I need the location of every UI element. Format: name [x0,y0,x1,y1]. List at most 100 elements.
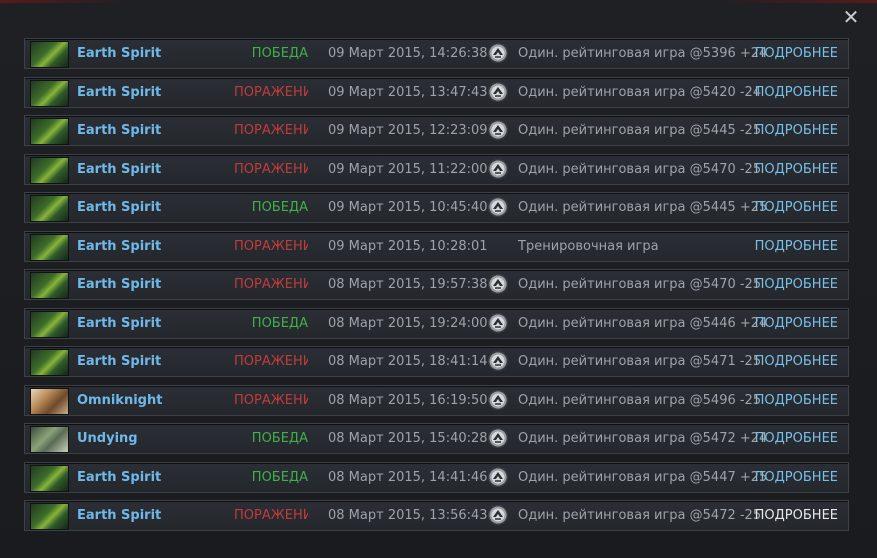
game-mode: Один. рейтинговая игра @5447 +25 [518,469,768,485]
details-link[interactable]: ПОДРОБНЕЕ [755,501,838,530]
game-mode: Один. рейтинговая игра @5471 -25 [518,354,762,369]
hero-portrait [30,272,69,299]
earth-spirit-icon [31,273,68,298]
ranked-icon [488,389,508,410]
hero-name[interactable]: Earth Spirit [77,347,161,376]
match-row[interactable]: Earth Spirit ПОБЕДА 08 Март 2015, 19:24:… [24,307,849,339]
hero-name[interactable]: Omniknight [77,386,162,415]
match-date: 08 Март 2015, 18:41:14 [328,354,488,369]
details-link[interactable]: ПОДРОБНЕЕ [755,386,838,415]
omniknight-icon [31,388,68,414]
ranked-icon [488,351,508,371]
match-result: ПОРАЖЕНИ [234,161,308,177]
game-mode: Один. рейтинговая игра @5470 -25 [518,161,762,177]
match-date: 08 Март 2015, 13:56:43 [328,508,488,523]
close-icon[interactable]: ✕ [841,7,861,27]
match-date: 09 Март 2015, 10:45:40 [328,200,488,215]
hero-portrait [30,503,69,530]
game-mode: Один. рейтинговая игра @5472 +24 [518,431,768,446]
details-link[interactable]: ПОДРОБНЕЕ [755,39,838,68]
earth-spirit-icon [31,234,68,260]
match-row[interactable]: Earth Spirit ПОРАЖЕНИ 09 Март 2015, 13:4… [24,76,849,108]
hero-name[interactable]: Earth Spirit [77,78,161,107]
match-date: 08 Март 2015, 15:40:28 [328,431,488,446]
details-link[interactable]: ПОДРОБНЕЕ [755,232,838,261]
hero-name[interactable]: Earth Spirit [77,193,161,222]
match-result: ПОБЕДА [251,431,308,446]
match-history-panel: ✕ Earth Spirit ПОБЕДА 09 Март 2015, 14:2… [0,0,877,558]
details-link[interactable]: ПОДРОБНЕЕ [755,309,838,338]
details-link[interactable]: ПОДРОБНЕЕ [755,424,838,453]
match-result: ПОРАЖЕНИ [234,392,308,408]
undying-icon [31,427,68,452]
earth-spirit-icon [31,196,68,221]
details-link[interactable]: ПОДРОБНЕЕ [755,270,838,299]
ranked-icon [488,312,508,333]
details-link[interactable]: ПОДРОБНЕЕ [755,155,838,184]
match-result: ПОБЕДА [251,46,308,61]
match-row[interactable]: Earth Spirit ПОРАЖЕНИ 09 Март 2015, 12:2… [24,115,849,146]
earth-spirit-icon [31,42,68,67]
match-row[interactable]: Earth Spirit ПОРАЖЕНИ 08 Март 2015, 13:5… [24,500,849,531]
match-row[interactable]: Omniknight ПОРАЖЕНИ 08 Март 2015, 16:19:… [24,384,849,416]
game-mode: Один. рейтинговая игра @5446 +24 [518,315,768,331]
game-mode: Один. рейтинговая игра @5496 -25 [518,392,762,408]
match-row[interactable]: Earth Spirit ПОБЕДА 08 Март 2015, 14:41:… [24,461,849,493]
hero-name[interactable]: Earth Spirit [77,270,161,299]
ranked-icon [488,43,508,63]
match-row[interactable]: Earth Spirit ПОРАЖЕНИ 09 Март 2015, 10:2… [24,230,849,262]
ranked-icon [488,274,508,294]
match-result: ПОБЕДА [251,315,308,331]
details-link[interactable]: ПОДРОБНЕЕ [755,463,838,492]
match-date: 09 Март 2015, 14:26:38 [328,46,488,61]
match-row[interactable]: Earth Spirit ПОРАЖЕНИ 08 Март 2015, 18:4… [24,346,849,377]
details-link[interactable]: ПОДРОБНЕЕ [755,78,838,107]
details-link[interactable]: ПОДРОБНЕЕ [755,347,838,376]
hero-name[interactable]: Earth Spirit [77,39,161,68]
match-row[interactable]: Earth Spirit ПОБЕДА 09 Март 2015, 10:45:… [24,192,849,223]
earth-spirit-icon [31,119,68,144]
details-link[interactable]: ПОДРОБНЕЕ [755,193,838,222]
hero-portrait [30,118,69,145]
game-mode: Один. рейтинговая игра @5445 +25 [518,200,768,215]
hero-portrait [30,41,69,68]
hero-portrait [30,349,69,376]
details-link[interactable]: ПОДРОБНЕЕ [755,116,838,145]
match-result: ПОБЕДА [251,469,308,485]
hero-portrait [30,387,69,415]
hero-name[interactable]: Earth Spirit [77,155,161,184]
ranked-icon [488,158,508,179]
earth-spirit-icon [31,465,68,491]
hero-name[interactable]: Earth Spirit [77,309,161,338]
hero-name[interactable]: Undying [77,424,138,453]
hero-name[interactable]: Earth Spirit [77,116,161,145]
match-result: ПОРАЖЕНИ [234,123,308,138]
match-row[interactable]: Earth Spirit ПОБЕДА 09 Март 2015, 14:26:… [24,38,849,69]
match-date: 09 Март 2015, 10:28:01 [328,238,488,254]
match-date: 09 Март 2015, 13:47:43 [328,84,488,100]
earth-spirit-icon [31,157,68,183]
game-mode: Один. рейтинговая игра @5470 -25 [518,277,762,292]
hero-portrait [30,426,69,453]
match-result: ПОРАЖЕНИ [234,508,308,523]
game-mode: Тренировочная игра [518,238,659,254]
earth-spirit-icon [31,311,68,337]
ranked-icon [488,428,508,448]
ranked-icon [488,81,508,102]
hero-name[interactable]: Earth Spirit [77,501,161,530]
hero-portrait [30,195,69,222]
hero-name[interactable]: Earth Spirit [77,232,161,261]
earth-spirit-icon [31,504,68,529]
match-row[interactable]: Earth Spirit ПОРАЖЕНИ 08 Март 2015, 19:5… [24,269,849,300]
match-result: ПОРАЖЕНИ [234,84,308,100]
hero-name[interactable]: Earth Spirit [77,463,161,492]
hero-portrait [30,79,69,107]
match-row[interactable]: Earth Spirit ПОРАЖЕНИ 09 Март 2015, 11:2… [24,153,849,185]
hero-portrait [30,156,69,184]
match-date: 08 Март 2015, 19:24:00 [328,315,488,331]
ranked-icon [488,505,508,525]
panel-border-accent [0,0,130,3]
match-row[interactable]: Undying ПОБЕДА 08 Март 2015, 15:40:28 Од… [24,423,849,454]
ranked-icon [488,120,508,140]
game-mode: Один. рейтинговая игра @5420 -24 [518,84,762,100]
